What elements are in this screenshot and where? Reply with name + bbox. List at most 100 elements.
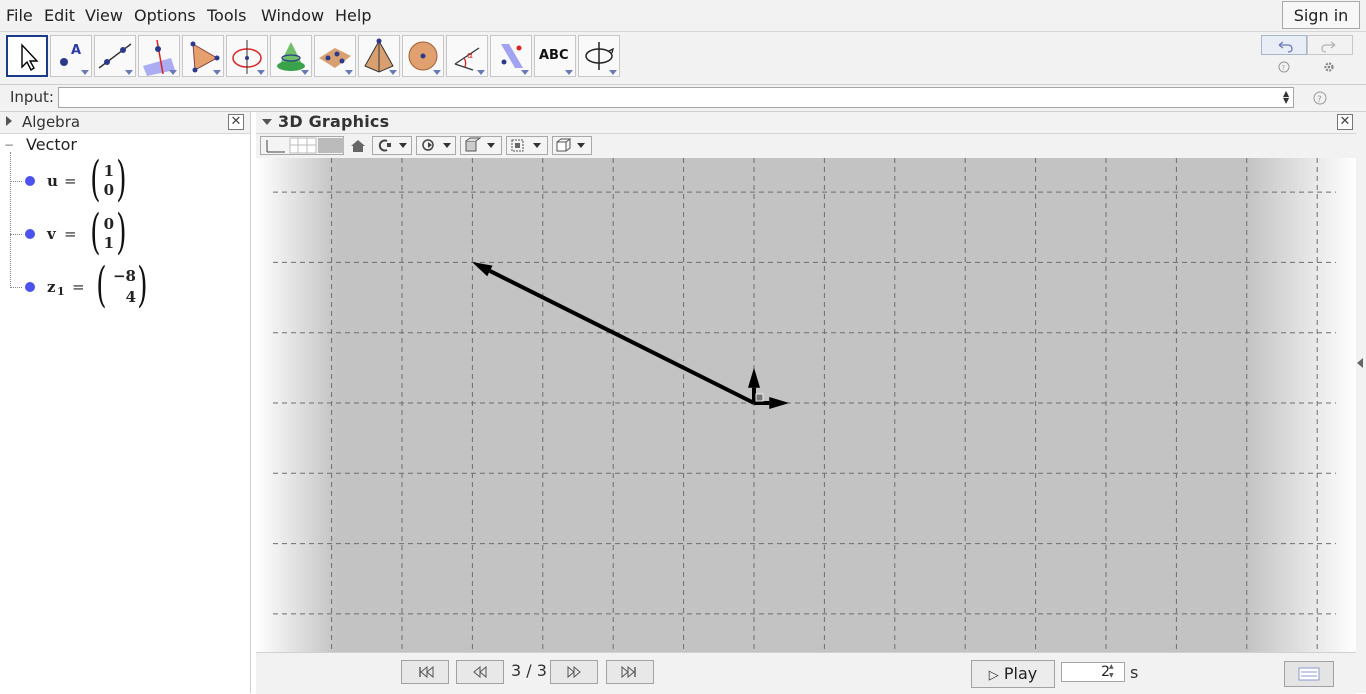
svg-text:α: α <box>467 51 473 61</box>
last-icon <box>621 665 636 679</box>
rewind-icon <box>473 665 487 679</box>
text-tool[interactable]: ABC <box>534 35 576 77</box>
menu-options[interactable]: Options <box>134 6 196 25</box>
vector-name: z <box>47 278 56 296</box>
visibility-dot-icon[interactable] <box>25 229 35 239</box>
speed-field[interactable]: 2 <box>1061 662 1125 682</box>
menu-edit[interactable]: Edit <box>44 6 75 25</box>
angle-tool[interactable]: α <box>446 35 488 77</box>
cursor-arrow-icon <box>21 43 39 72</box>
vector-name: v <box>47 225 56 243</box>
left-paren: ( <box>90 151 101 207</box>
equals-sign: = <box>64 172 77 190</box>
clipping-menu[interactable] <box>460 136 502 155</box>
circle-tool[interactable] <box>226 35 268 77</box>
pyramid-tool[interactable] <box>358 35 400 77</box>
bounding-box-icon <box>511 139 541 152</box>
play-icon: ▷ <box>988 668 999 683</box>
first-slide-button[interactable] <box>401 660 449 684</box>
redo-button[interactable] <box>1307 35 1353 55</box>
help-icon[interactable]: ? <box>1277 60 1291 74</box>
equals-sign: = <box>64 225 77 243</box>
intersect-tool[interactable] <box>270 35 312 77</box>
visibility-dot-icon[interactable] <box>25 282 35 292</box>
xy-plane <box>256 158 1356 652</box>
vector-subscript: 1 <box>57 285 65 298</box>
point-capture-menu[interactable] <box>372 136 412 155</box>
left-paren: ( <box>90 204 101 260</box>
next-slide-button[interactable] <box>550 660 598 684</box>
input-help-icon[interactable]: ? <box>1312 90 1328 106</box>
page-counter: 3 / 3 <box>511 661 547 680</box>
polygon-tool[interactable] <box>182 35 224 77</box>
algebra-view: Algebra ✕ − Vector u = ( 1 0 ) v = ( 0 1… <box>0 112 251 693</box>
capture-icon <box>378 139 407 152</box>
play-label: Play <box>1003 664 1038 683</box>
group-label: Vector <box>26 135 77 154</box>
menu-view[interactable]: View <box>85 6 123 25</box>
close-algebra-icon[interactable]: ✕ <box>228 114 244 130</box>
line-tool[interactable] <box>94 35 136 77</box>
rotate-icon <box>422 139 451 151</box>
collapse-minus-icon[interactable]: − <box>4 139 14 151</box>
close-graphics-icon[interactable]: ✕ <box>1337 114 1353 130</box>
axes-grid-icon <box>266 137 344 154</box>
slide-navigation-bar: 3 / 3 ▷ Play 2 ▲ ▼ s <box>256 652 1356 694</box>
menu-file[interactable]: File <box>6 6 33 25</box>
axes-grid-toggle[interactable] <box>260 136 344 155</box>
menu-window[interactable]: Window <box>261 6 324 25</box>
rotate-view-tool[interactable] <box>578 35 620 77</box>
graphics-3d-view: 3D Graphics ✕ 3 / 3 ▷ Play 2 ▲ ▼ s <box>256 112 1356 694</box>
vector-x: 0 <box>103 215 114 233</box>
collapse-triangle-icon[interactable] <box>262 119 272 125</box>
collapse-triangle-icon[interactable] <box>6 116 12 126</box>
speed-stepper-icon[interactable]: ▲ ▼ <box>1109 662 1114 680</box>
menu-help[interactable]: Help <box>335 6 371 25</box>
projection-menu[interactable] <box>552 136 592 155</box>
right-paren: ) <box>116 204 127 260</box>
home-icon[interactable] <box>350 138 366 154</box>
sign-in-button[interactable]: Sign in <box>1282 1 1360 29</box>
expand-panel-icon[interactable] <box>1357 358 1363 368</box>
input-label: Input: <box>10 88 54 106</box>
reflect-tool[interactable] <box>490 35 532 77</box>
vector-name: u <box>47 172 58 190</box>
input-field[interactable] <box>58 87 1294 108</box>
move-tool[interactable] <box>6 35 48 77</box>
visibility-dot-icon[interactable] <box>25 176 35 186</box>
algebra-item-u[interactable]: u = ( 1 0 ) <box>0 155 250 203</box>
svg-text:?: ? <box>1282 64 1286 72</box>
graphics-3d-header: 3D Graphics ✕ <box>256 112 1356 134</box>
projection-icon <box>556 138 585 152</box>
point-tool[interactable]: A <box>50 35 92 77</box>
input-history-icon[interactable]: ▲ ▼ <box>1283 90 1289 105</box>
previous-slide-button[interactable] <box>456 660 504 684</box>
play-button[interactable]: ▷ Play <box>971 660 1055 688</box>
perpendicular-line-tool[interactable] <box>138 35 180 77</box>
graphics-3d-title: 3D Graphics <box>278 112 390 131</box>
slide-overview-button[interactable] <box>1284 661 1334 687</box>
vector-y: 0 <box>103 181 114 199</box>
menu-tools[interactable]: Tools <box>207 6 246 25</box>
left-paren: ( <box>96 257 107 313</box>
bounding-box-menu[interactable] <box>506 136 548 155</box>
origin-marker <box>755 393 764 402</box>
vector-y: 4 <box>125 288 136 306</box>
sphere-tool[interactable] <box>402 35 444 77</box>
last-slide-button[interactable] <box>606 660 654 684</box>
toolbar: A α ABC ? <box>0 32 1366 85</box>
plane-tool[interactable] <box>314 35 356 77</box>
undo-icon <box>1278 41 1293 53</box>
undo-button[interactable] <box>1261 35 1307 55</box>
input-bar: Input: ▲ ▼ ? <box>0 85 1366 112</box>
graphics-canvas[interactable] <box>256 158 1356 652</box>
style-bar <box>256 134 1356 158</box>
rotate-animation-menu[interactable] <box>416 136 456 155</box>
vector-x: 1 <box>103 162 114 180</box>
right-paren: ) <box>116 151 127 207</box>
gear-icon[interactable] <box>1322 60 1336 74</box>
redo-icon <box>1321 41 1336 53</box>
algebra-item-v[interactable]: v = ( 0 1 ) <box>0 208 250 256</box>
svg-text:A: A <box>71 43 81 58</box>
algebra-item-z1[interactable]: z 1 = ( −8 4 ) <box>0 261 250 309</box>
